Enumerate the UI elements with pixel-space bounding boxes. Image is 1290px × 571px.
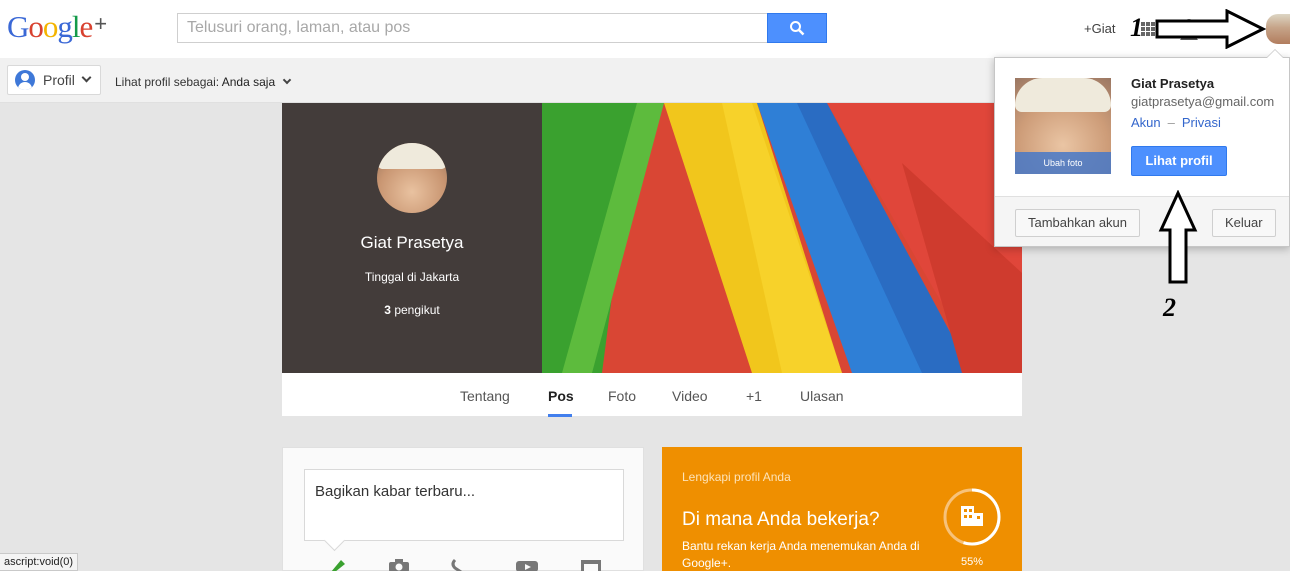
change-photo-link[interactable]: Ubah foto <box>1015 152 1111 174</box>
account-name: Giat Prasetya <box>1131 76 1215 91</box>
pencil-icon[interactable] <box>327 558 351 571</box>
profile-menu-label: Profil <box>43 72 75 88</box>
privacy-link[interactable]: Privasi <box>1182 115 1221 130</box>
tab-ulasan[interactable]: Ulasan <box>800 388 844 404</box>
profile-menu-button[interactable]: Profil <box>7 65 101 95</box>
profile-photo[interactable] <box>377 143 447 213</box>
profile-tabs: Tentang Pos Foto Video +1 Ulasan <box>282 373 1022 417</box>
account-link[interactable]: Akun <box>1131 115 1161 130</box>
tab-foto[interactable]: Foto <box>608 388 636 404</box>
user-profile-link[interactable]: +Giat <box>1084 21 1115 36</box>
video-icon[interactable] <box>515 558 539 571</box>
complete-profile-card[interactable]: Lengkapi profil Anda Di mana Anda bekerj… <box>662 447 1022 571</box>
share-box: Bagikan kabar terbaru... <box>282 447 644 571</box>
annotation-number-2: 2 <box>1163 293 1176 322</box>
search-icon <box>790 21 805 36</box>
tab-pos[interactable]: Pos <box>548 388 574 404</box>
profile-location: Tinggal di Jakarta <box>364 270 460 284</box>
tab-plus-one[interactable]: +1 <box>746 388 762 404</box>
share-text-input[interactable]: Bagikan kabar terbaru... <box>304 469 624 541</box>
search-input[interactable] <box>177 13 769 43</box>
link-icon[interactable] <box>449 558 473 571</box>
followers-label: pengikut <box>394 303 440 317</box>
cover-paper-stripes <box>542 103 1022 373</box>
profile-person-icon <box>15 70 35 90</box>
apps-grid-icon[interactable] <box>1141 22 1155 36</box>
account-links: Akun – Privasi <box>1131 115 1221 130</box>
annotation-arrow-up-icon <box>1158 190 1198 284</box>
camera-icon[interactable] <box>387 558 411 571</box>
sign-out-button[interactable]: Keluar <box>1212 209 1276 237</box>
account-dropdown-footer: Tambahkan akun Keluar <box>995 196 1289 246</box>
account-photo[interactable]: Ubah foto <box>1015 78 1111 174</box>
account-dropdown: Ubah foto Giat Prasetya giatprasetya@gma… <box>994 49 1290 247</box>
card-question: Di mana Anda bekerja? <box>682 509 880 530</box>
building-icon <box>961 506 983 526</box>
cover-photo[interactable] <box>542 103 1022 373</box>
view-as-selector[interactable]: Lihat profil sebagai: Anda saja <box>115 75 292 89</box>
annotation-arrow-right-icon <box>1155 9 1267 49</box>
tab-tentang[interactable]: Tentang <box>460 388 510 404</box>
event-calendar-icon[interactable] <box>579 558 603 571</box>
search-button[interactable] <box>767 13 827 43</box>
profile-info-panel: Giat Prasetya Tinggal di Jakarta 3 pengi… <box>282 103 542 373</box>
view-profile-button[interactable]: Lihat profil <box>1131 146 1227 176</box>
active-tab-indicator <box>548 414 572 417</box>
tab-video[interactable]: Video <box>672 388 708 404</box>
view-as-value: Anda saja <box>221 75 276 89</box>
add-account-button[interactable]: Tambahkan akun <box>1015 209 1141 237</box>
progress-ring <box>943 488 1001 546</box>
status-bar-link: ascript:void(0) <box>0 553 79 571</box>
progress-percent: 55% <box>960 556 984 568</box>
view-as-label: Lihat profil sebagai: <box>115 75 220 89</box>
card-title: Lengkapi profil Anda <box>682 470 791 484</box>
card-description: Bantu rekan kerja Anda menemukan Anda di… <box>682 539 920 570</box>
followers-count: 3 <box>384 303 391 317</box>
account-email: giatprasetya@gmail.com <box>1131 94 1275 109</box>
top-bar: Google+ +Giat 1 + <box>0 0 1290 58</box>
chevron-down-icon <box>283 75 292 85</box>
profile-name: Giat Prasetya <box>360 233 464 252</box>
annotation-number-1: 1 <box>1130 13 1143 42</box>
profile-followers[interactable]: 3 pengikut <box>282 303 542 317</box>
google-plus-logo[interactable]: Google+ <box>7 10 107 47</box>
account-avatar[interactable] <box>1266 14 1290 44</box>
chevron-down-icon <box>81 72 92 82</box>
